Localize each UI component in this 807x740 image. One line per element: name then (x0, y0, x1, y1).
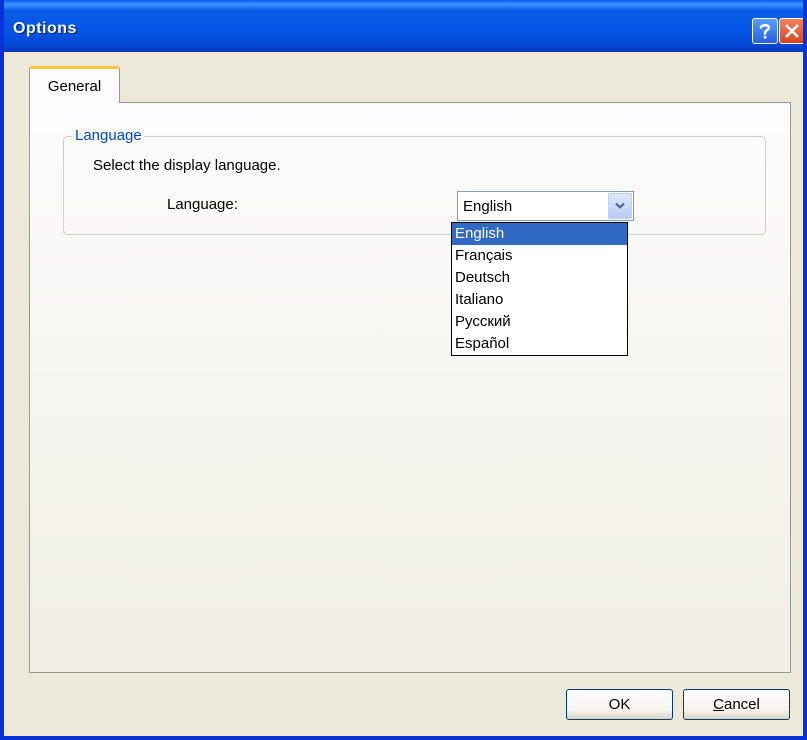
language-dropdown-list[interactable]: English Français Deutsch Italiano Русски… (451, 222, 628, 356)
tab-general[interactable]: General (29, 66, 120, 103)
language-groupbox: Language Select the display language. La… (63, 127, 766, 235)
cancel-mnemonic: C (713, 696, 724, 713)
ok-button-label: OK (608, 696, 631, 713)
tab-panel-general: Language Select the display language. La… (29, 102, 791, 673)
language-option-francais[interactable]: Français (452, 245, 627, 267)
ok-button[interactable]: OK (566, 689, 673, 720)
title-bar[interactable]: Options (4, 0, 803, 52)
help-button[interactable] (752, 18, 778, 44)
language-option-english[interactable]: English (452, 223, 627, 245)
window-title: Options (13, 20, 77, 37)
dialog-client-area: General Language Select the display lang… (4, 52, 803, 736)
close-icon (785, 24, 799, 38)
cancel-button-label: Cancel (713, 696, 760, 713)
options-dialog: Options General Language Select the disp… (0, 0, 807, 740)
cancel-label-rest: ancel (723, 696, 760, 713)
language-dropdown-button[interactable] (608, 193, 632, 219)
language-option-espanol[interactable]: Español (452, 333, 627, 355)
chevron-down-icon (615, 202, 625, 209)
language-option-italiano[interactable]: Italiano (452, 289, 627, 311)
language-group-legend: Language (73, 127, 144, 144)
language-option-russian[interactable]: Русский (452, 311, 627, 333)
language-field-label: Language: (167, 196, 238, 213)
cancel-button[interactable]: Cancel (683, 689, 790, 720)
language-option-deutsch[interactable]: Deutsch (452, 267, 627, 289)
close-button[interactable] (779, 18, 803, 44)
language-combobox-value: English (463, 198, 513, 215)
tab-general-label: General (47, 77, 102, 95)
language-combobox[interactable]: English (457, 191, 634, 221)
language-description: Select the display language. (93, 157, 281, 174)
help-icon (759, 24, 771, 39)
